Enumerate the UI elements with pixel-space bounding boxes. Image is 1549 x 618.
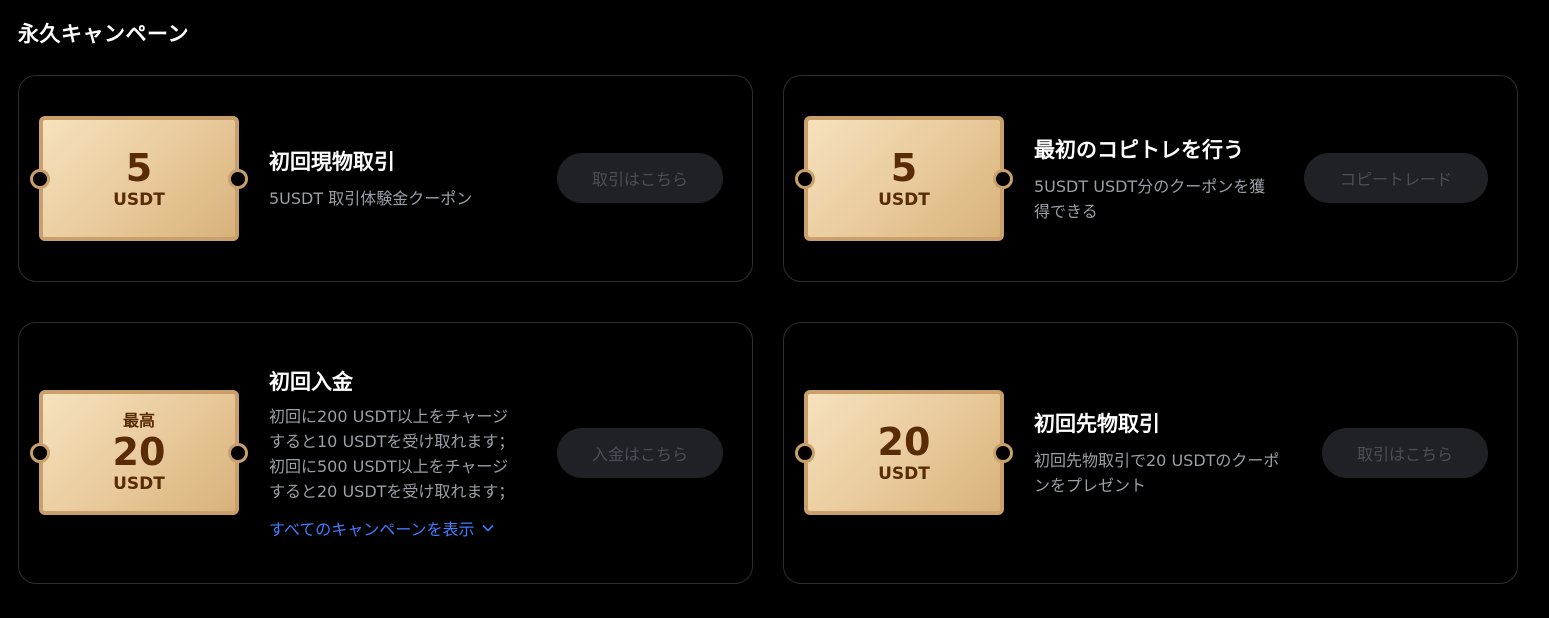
description-line: 初回に200 USDT以上をチャージ [269,407,509,426]
permanent-campaigns-page: 永久キャンペーン 5 USDT 初回現物取引 5USDT 取引体験金クーポン 取… [0,0,1549,618]
ticket-notch-right [993,442,1013,463]
description-line: ンをプレゼント [1034,476,1147,495]
ticket-notch-right [228,168,248,189]
coupon-ticket: 5 USDT [30,116,248,241]
ticket-notch-left [30,442,50,463]
chevron-down-icon [482,521,495,535]
description-line: 得できる [1034,202,1098,221]
description-line: すると20 USDTを受け取れます； [269,482,515,501]
ticket-notch-right [993,168,1013,189]
coupon-max-label: 最高 [122,410,155,430]
campaign-title: 初回先物取引 [1034,412,1160,436]
description-line: 初回に500 USDT以上をチャージ [269,457,509,476]
coupon-ticket: 20 USDT [795,390,1013,515]
view-all-campaigns-label: すべてのキャンペーンを表示 [269,520,475,539]
campaign-description: 5USDT USDT分のクーポンを獲 得できる [1034,174,1289,224]
deposit-button[interactable]: 入金はこちら [557,428,723,478]
copy-trade-button[interactable]: コピートレード [1304,153,1488,203]
description-line: 5USDT 取引体験金クーポン [269,189,473,208]
description-line: すると10 USDTを受け取れます； [269,432,515,451]
campaign-description: 初回先物取引で20 USDTのクーポ ンをプレゼント [1034,448,1304,498]
campaign-info: 初回先物取引 初回先物取引で20 USDTのクーポ ンをプレゼント [1034,410,1304,498]
campaign-description: 初回に200 USDT以上をチャージ すると10 USDTを受け取れます； 初回… [269,404,534,504]
coupon-ticket: 5 USDT [795,116,1013,241]
coupon-unit: USDT [113,473,165,494]
view-all-campaigns-link[interactable]: すべてのキャンペーンを表示 [269,516,495,540]
campaign-description: 5USDT 取引体験金クーポン [269,186,539,211]
trade-button[interactable]: 取引はこちら [557,153,723,203]
ticket-notch-left [795,168,815,189]
campaign-card-first-copy-trade: 5 USDT 最初のコピトレを行う 5USDT USDT分のクーポンを獲 得でき… [783,75,1518,282]
section-title: 永久キャンペーン [18,22,189,46]
campaign-card-first-deposit: 最高 20 USDT 初回入金 初回に200 USDT以上をチャージ すると10… [18,322,753,584]
coupon-unit: USDT [113,189,165,210]
ticket-notch-right [228,442,248,463]
campaign-info: 初回現物取引 5USDT 取引体験金クーポン [269,148,539,211]
description-line: 初回先物取引で20 USDTのクーポ [1034,451,1280,470]
campaign-title: 最初のコピトレを行う [1034,138,1244,162]
coupon-amount: 20 [877,419,931,464]
campaign-title: 初回現物取引 [269,150,395,174]
coupon-unit: USDT [878,463,930,484]
futures-trade-button[interactable]: 取引はこちら [1322,428,1488,478]
description-line: 5USDT USDT分のクーポンを獲 [1034,177,1266,196]
campaign-info: 最初のコピトレを行う 5USDT USDT分のクーポンを獲 得できる [1034,136,1289,224]
coupon-ticket: 最高 20 USDT [30,390,248,515]
coupon-amount: 5 [890,145,918,190]
ticket-notch-left [30,168,50,189]
campaign-title: 初回入金 [269,370,353,394]
coupon-unit: USDT [878,189,930,210]
campaign-card-first-futures-trade: 20 USDT 初回先物取引 初回先物取引で20 USDTのクーポ ンをプレゼン… [783,322,1518,584]
campaign-card-first-spot-trade: 5 USDT 初回現物取引 5USDT 取引体験金クーポン 取引はこちら [18,75,753,282]
coupon-amount: 5 [125,145,153,190]
ticket-notch-left [795,442,815,463]
campaign-info: 初回入金 初回に200 USDT以上をチャージ すると10 USDTを受け取れま… [269,368,534,540]
coupon-amount: 20 [112,429,166,474]
